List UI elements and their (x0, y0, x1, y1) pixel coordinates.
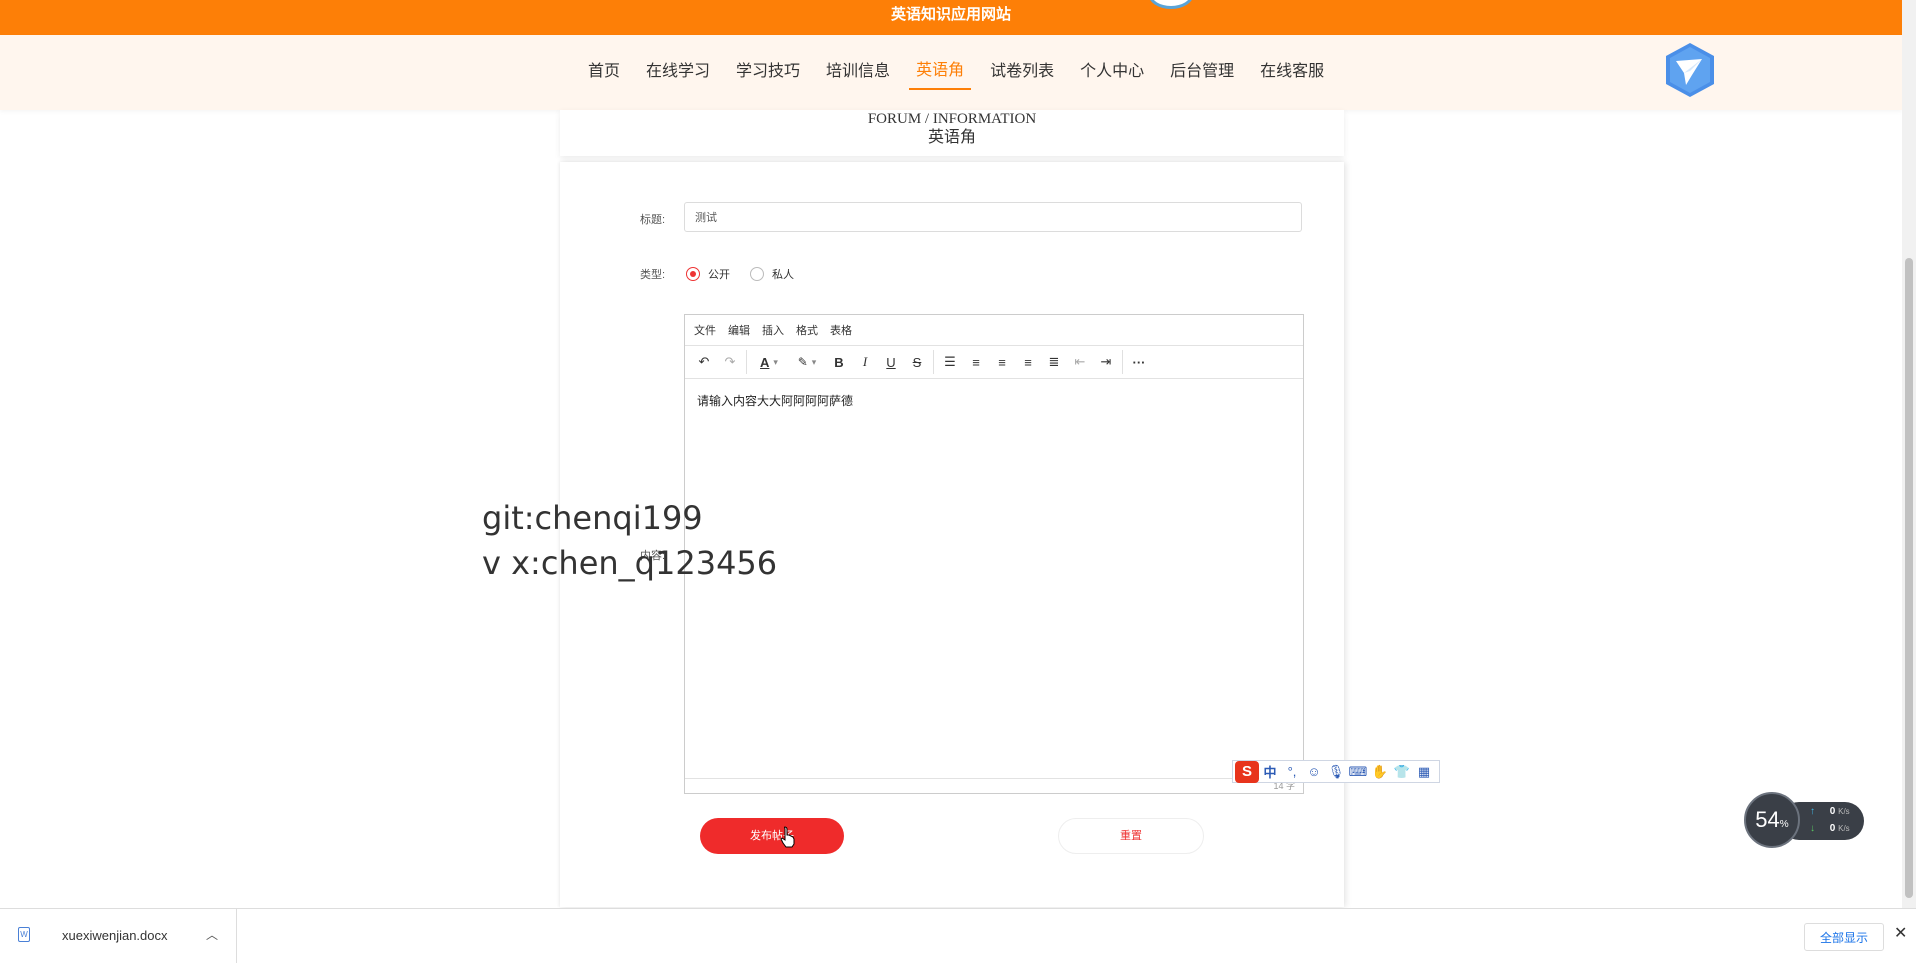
avatar[interactable] (1148, 0, 1194, 9)
more-icon[interactable]: ··· (1126, 349, 1152, 375)
section-title-cn: 英语角 (927, 129, 976, 146)
toolbar-divider (1122, 350, 1123, 374)
nav-item-admin[interactable]: 后台管理 (1170, 56, 1234, 89)
watermark-text: git:chenqi199 v x:chen_q123456 (482, 496, 777, 586)
grid-icon[interactable]: ▦ (1413, 764, 1435, 780)
upload-arrow-icon: ↑ (1810, 806, 1815, 817)
publish-button[interactable]: 发布帖子 (700, 818, 844, 854)
nav-item-english-corner[interactable]: 英语角 (909, 55, 972, 90)
download-bar: W xuexiwenjian.docx ︿ 全部显示 ✕ (0, 908, 1916, 963)
line-height-icon[interactable]: ☰ (937, 349, 963, 375)
title-label: 标题: (640, 214, 666, 226)
align-right-icon[interactable]: ≡ (1015, 349, 1041, 375)
watermark-line-2: v x:chen_q123456 (482, 544, 778, 582)
menu-edit[interactable]: 编辑 (728, 322, 750, 338)
punctuation-icon[interactable]: °, (1281, 764, 1303, 779)
redo-icon[interactable]: ↷ (717, 349, 743, 375)
align-justify-icon[interactable]: ≣ (1041, 349, 1067, 375)
network-speed-widget[interactable]: ↑ 0 K/s ↓ 0 K/s 54% (1744, 792, 1864, 848)
type-option-public: 公开 (708, 269, 730, 281)
download-item[interactable]: W xuexiwenjian.docx ︿ (0, 909, 237, 963)
editor-statusbar: 14 字 (685, 778, 1303, 793)
memory-usage-gauge: 54% (1744, 792, 1800, 848)
nav-item-training-info[interactable]: 培训信息 (826, 56, 890, 89)
nav-item-personal-center[interactable]: 个人中心 (1080, 56, 1144, 89)
section-title-card: FORUM / INFORMATION 英语角 (560, 110, 1344, 156)
top-bar: 英语知识应用网站 (0, 0, 1902, 35)
chevron-up-icon[interactable]: ︿ (206, 926, 218, 943)
editor-content[interactable]: 请输入内容大大阿阿阿阿萨德 (685, 379, 1303, 422)
italic-icon[interactable]: I (852, 349, 878, 375)
nav-bar: 首页 在线学习 学习技巧 培训信息 英语角 试卷列表 个人中心 后台管理 在线客… (0, 35, 1902, 110)
radio-unchecked-icon[interactable] (750, 267, 764, 281)
reset-button[interactable]: 重置 (1058, 818, 1204, 854)
keyboard-icon[interactable]: ⌨ (1347, 764, 1369, 780)
text-color-icon[interactable]: A ▾ (750, 349, 788, 375)
hand-icon[interactable]: ✋ (1369, 764, 1391, 780)
watermark-line-1: git:chenqi199 (482, 499, 703, 537)
strikethrough-icon[interactable]: S (904, 349, 930, 375)
download-speed: 0 (1829, 823, 1836, 834)
skin-icon[interactable]: 👕 (1391, 764, 1413, 780)
align-center-icon[interactable]: ≡ (989, 349, 1015, 375)
toolbar-divider (746, 350, 747, 374)
memory-percent-unit: % (1779, 819, 1789, 830)
type-radio-public[interactable]: 公开 (686, 266, 730, 282)
type-label: 类型: (640, 269, 666, 281)
download-arrow-icon: ↓ (1810, 823, 1815, 834)
indent-icon[interactable]: ⇥ (1093, 349, 1119, 375)
bold-icon[interactable]: B (826, 349, 852, 375)
page-scrollbar[interactable] (1902, 0, 1916, 908)
type-option-private: 私人 (772, 269, 794, 281)
word-file-icon: W (18, 927, 30, 942)
site-title: 英语知识应用网站 (890, 6, 1011, 23)
scrollbar-thumb[interactable] (1905, 258, 1913, 898)
type-radio-private[interactable]: 私人 (750, 266, 794, 282)
main-nav: 首页 在线学习 学习技巧 培训信息 英语角 试卷列表 个人中心 后台管理 在线客… (575, 35, 1337, 110)
undo-icon[interactable]: ↶ (691, 349, 717, 375)
show-all-button[interactable]: 全部显示 (1804, 923, 1884, 951)
highlight-color-icon[interactable]: ✎ ▾ (788, 349, 826, 375)
upload-speed: 0 (1829, 806, 1836, 817)
bird-logo-icon (1666, 43, 1714, 97)
ime-toolbar: S 中 °, ☺ 🎙 ⌨ ✋ 👕 ▦ (1232, 760, 1440, 783)
title-input[interactable] (684, 202, 1302, 232)
outdent-icon[interactable]: ⇤ (1067, 349, 1093, 375)
upload-row: ↑ 0 K/s (1810, 806, 1860, 817)
underline-icon[interactable]: U (878, 349, 904, 375)
close-icon[interactable]: ✕ (1894, 923, 1907, 943)
menu-file[interactable]: 文件 (694, 322, 716, 338)
toolbar-divider (933, 350, 934, 374)
download-unit: K/s (1838, 824, 1850, 833)
nav-item-home[interactable]: 首页 (588, 56, 620, 89)
nav-item-online-learning[interactable]: 在线学习 (646, 56, 710, 89)
align-left-icon[interactable]: ≡ (963, 349, 989, 375)
ime-logo-icon[interactable]: S (1235, 760, 1259, 783)
section-title-en: FORUM / INFORMATION (867, 111, 1037, 127)
menu-insert[interactable]: 插入 (762, 322, 784, 338)
menu-table[interactable]: 表格 (830, 322, 852, 338)
nav-item-study-tips[interactable]: 学习技巧 (736, 56, 800, 89)
emoji-icon[interactable]: ☺ (1303, 764, 1325, 779)
microphone-icon[interactable]: 🎙 (1325, 764, 1347, 780)
ime-mode[interactable]: 中 (1259, 762, 1281, 781)
upload-unit: K/s (1838, 807, 1850, 816)
download-row: ↓ 0 K/s (1810, 823, 1860, 834)
memory-percent: 54 (1755, 807, 1780, 832)
nav-item-customer-service[interactable]: 在线客服 (1260, 56, 1324, 89)
nav-item-exam-list[interactable]: 试卷列表 (990, 56, 1054, 89)
menu-format[interactable]: 格式 (796, 322, 818, 338)
editor-menubar: 文件 编辑 插入 格式 表格 (685, 315, 1303, 346)
hand-cursor-icon (780, 826, 795, 848)
radio-checked-icon[interactable] (686, 267, 700, 281)
download-file-name[interactable]: xuexiwenjian.docx (62, 928, 168, 943)
editor-toolbar: ↶ ↷ A ▾ ✎ ▾ B I U S ☰ ≡ ≡ ≡ ≣ ⇤ ⇥ ··· (685, 346, 1303, 379)
